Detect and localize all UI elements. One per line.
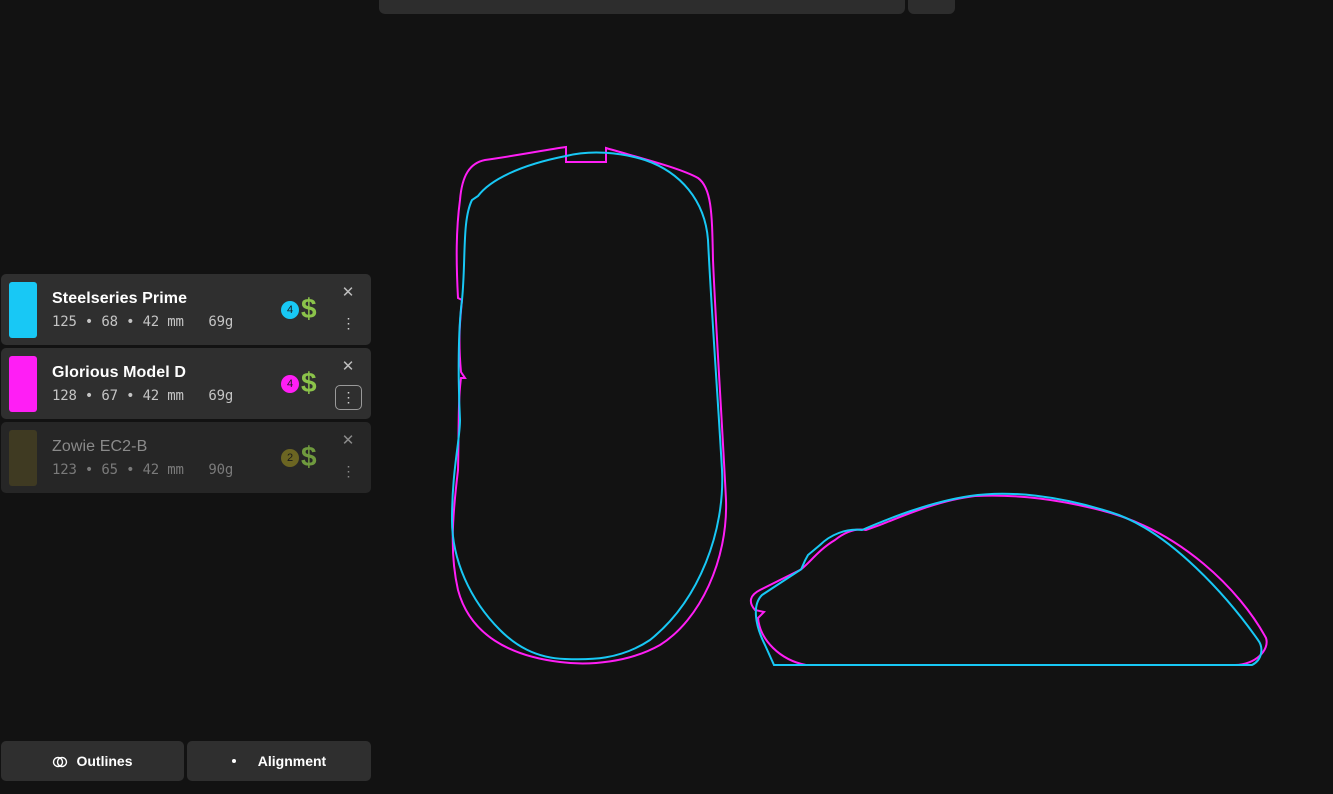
outline-canvas (450, 145, 1268, 666)
top-outline-glorious (451, 145, 728, 665)
top-outline-steelseries (450, 151, 724, 661)
side-outline-steelseries (754, 492, 1263, 666)
side-outline-glorious (749, 494, 1268, 666)
